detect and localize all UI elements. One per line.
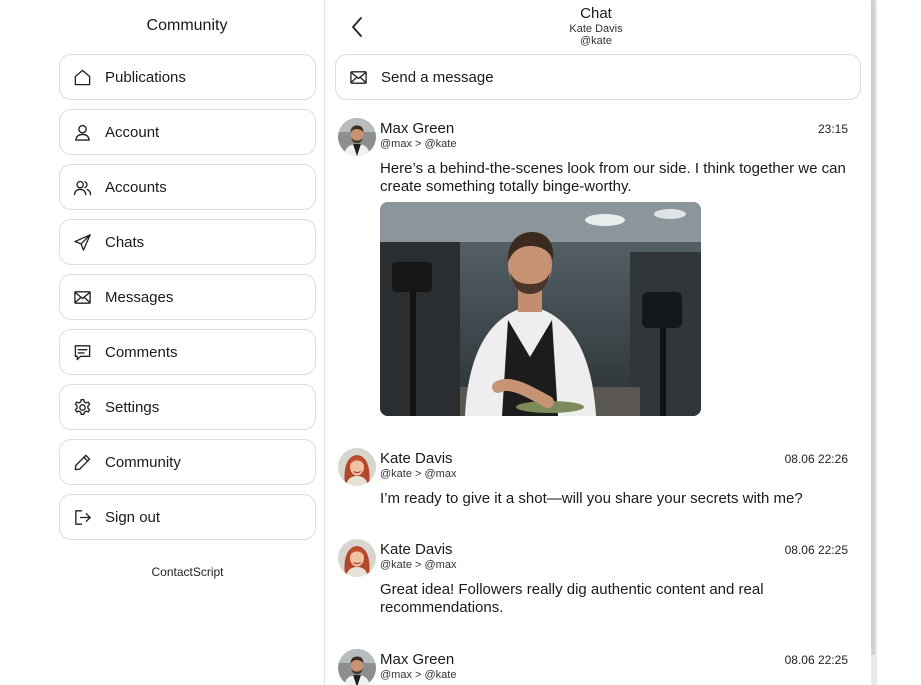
chat-contact-name: Kate Davis (569, 23, 623, 35)
pencil-icon (72, 452, 92, 472)
avatar[interactable] (338, 649, 376, 685)
message-route: @max > @kate (380, 138, 457, 150)
chat-pane: Chat Kate Davis @kate Send a message Max… (326, 0, 871, 685)
sidebar-item-label: Comments (105, 343, 178, 361)
message-author: Kate Davis (380, 541, 453, 558)
brand-footer: ContactScript (151, 565, 224, 579)
message-author: Max Green (380, 651, 455, 668)
mail-icon (72, 287, 92, 307)
comment-icon (72, 342, 92, 362)
message-time: 08.06 22:25 (784, 653, 848, 667)
message-text: I’m ready to give it a shot—will you sha… (380, 490, 803, 507)
sidebar-item-label: Accounts (105, 178, 167, 196)
chat-header: Chat Kate Davis @kate (326, 0, 871, 52)
sidebar-item-label: Messages (105, 288, 174, 306)
chat-title: Chat (580, 5, 612, 22)
message-author: Max Green (380, 120, 455, 137)
message-route: @max > @kate (380, 669, 457, 681)
sidebar-item-account[interactable]: Account (59, 109, 316, 155)
sidebar-item-label: Community (105, 453, 181, 471)
message-route: @kate > @max (380, 468, 457, 480)
sidebar-item-label: Publications (105, 68, 186, 86)
sidebar-title: Community (146, 17, 228, 34)
sidebar: Community Publications Account Accounts … (0, 0, 325, 685)
message-item: Kate Davis @kate > @max 08.06 22:26 I’m … (338, 448, 848, 518)
sidebar-item-accounts[interactable]: Accounts (59, 164, 316, 210)
sidebar-item-chats[interactable]: Chats (59, 219, 316, 265)
chat-scrollbar[interactable] (871, 0, 877, 685)
users-icon (72, 177, 92, 197)
sidebar-item-settings[interactable]: Settings (59, 384, 316, 430)
avatar[interactable] (338, 448, 376, 486)
message-item: Max Green @max > @kate 08.06 22:25 (338, 649, 848, 685)
home-icon (72, 67, 92, 87)
user-icon (72, 122, 92, 142)
message-author: Kate Davis (380, 450, 453, 467)
sign-out-icon (72, 507, 92, 527)
sidebar-item-messages[interactable]: Messages (59, 274, 316, 320)
sidebar-item-label: Sign out (105, 508, 161, 526)
message-text: Here’s a behind-the-scenes look from our… (380, 160, 846, 195)
message-item: Kate Davis @kate > @max 08.06 22:25 Grea… (338, 539, 848, 629)
send-icon (72, 232, 92, 252)
message-route: @kate > @max (380, 559, 457, 571)
sidebar-item-label: Chats (105, 233, 145, 251)
sidebar-item-comments[interactable]: Comments (59, 329, 316, 375)
message-text: Great idea! Followers really dig authent… (380, 581, 764, 616)
sidebar-item-publications[interactable]: Publications (59, 54, 316, 100)
gear-icon (72, 397, 92, 417)
sidebar-item-community[interactable]: Community (59, 439, 316, 485)
avatar[interactable] (338, 118, 376, 156)
send-message-placeholder: Send a message (381, 68, 494, 86)
sidebar-item-sign-out[interactable]: Sign out (59, 494, 316, 540)
message-item: Max Green @max > @kate 23:15 Here’s a be… (338, 118, 848, 418)
chat-contact-handle: @kate (580, 35, 612, 47)
send-message-input[interactable]: Send a message (335, 54, 861, 100)
message-time: 23:15 (817, 122, 848, 136)
message-image[interactable] (380, 202, 701, 416)
message-time: 08.06 22:25 (784, 543, 848, 557)
sidebar-item-label: Account (105, 123, 160, 141)
message-time: 08.06 22:26 (784, 452, 848, 466)
mail-icon (348, 67, 368, 87)
scrollbar-thumb[interactable] (871, 0, 875, 655)
sidebar-nav: Publications Account Accounts Chats Mess (59, 54, 316, 549)
sidebar-item-label: Settings (105, 398, 160, 416)
avatar[interactable] (338, 539, 376, 577)
